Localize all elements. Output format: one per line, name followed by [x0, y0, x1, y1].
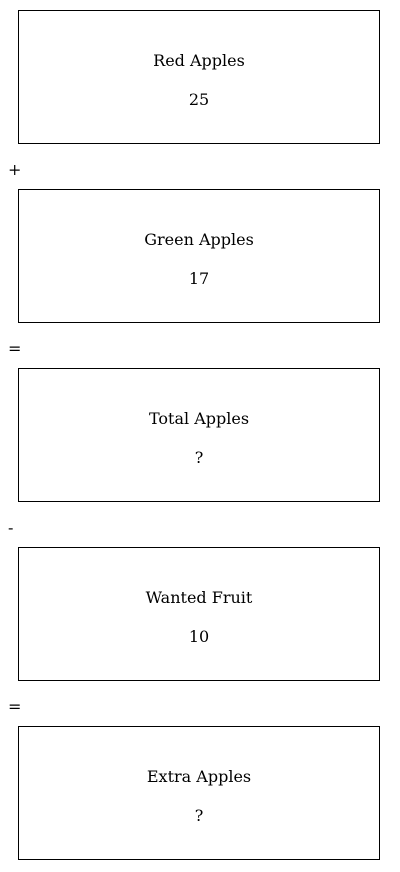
box-label: Red Apples [153, 51, 245, 70]
box-value: 25 [188, 90, 210, 109]
red-apples-box: Red Apples 25 [18, 10, 380, 144]
box-value: ? [194, 806, 204, 825]
box-label: Extra Apples [146, 767, 252, 786]
wanted-fruit-box: Wanted Fruit 10 [18, 547, 380, 681]
green-apples-box: Green Apples 17 [18, 189, 380, 323]
box-label: Wanted Fruit [145, 588, 253, 607]
plus-operator: + [8, 160, 22, 179]
box-value: ? [194, 448, 204, 467]
box-label: Total Apples [148, 409, 250, 428]
equals-operator: = [8, 697, 22, 716]
box-value: 10 [188, 627, 210, 646]
equals-operator: = [8, 339, 22, 358]
box-value: 17 [188, 269, 210, 288]
extra-apples-box: Extra Apples ? [18, 726, 380, 860]
total-apples-box: Total Apples ? [18, 368, 380, 502]
box-label: Green Apples [144, 230, 254, 249]
minus-operator: - [8, 518, 14, 537]
